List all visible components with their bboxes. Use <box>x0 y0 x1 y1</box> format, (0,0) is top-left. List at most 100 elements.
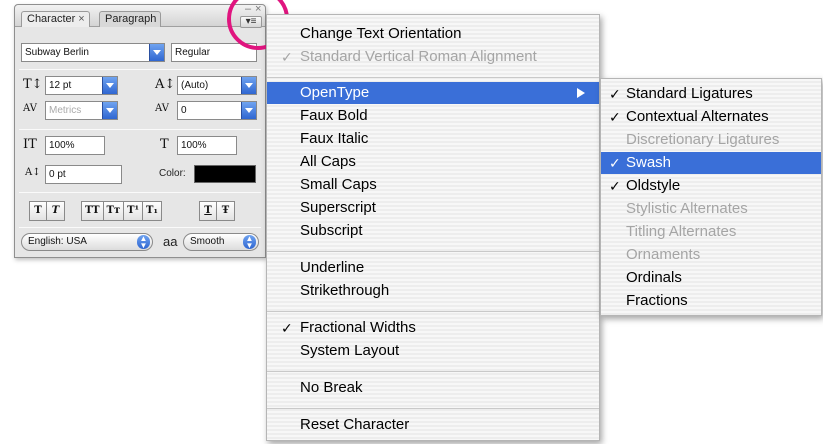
leading-field[interactable]: (Auto) <box>177 76 257 95</box>
language-select[interactable]: English: USA ▲ ▼ <box>21 233 153 251</box>
menu-item-underline[interactable]: Underline <box>267 257 599 279</box>
menu-item-label: No Break <box>300 379 363 396</box>
menu-separator <box>267 77 599 78</box>
font-size-value: 12 pt <box>49 80 72 91</box>
menu-item-label: OpenType <box>300 84 370 101</box>
menu-item-subscript[interactable]: Subscript <box>267 220 599 242</box>
checkmark-icon: ✓ <box>609 109 621 125</box>
tab-paragraph[interactable]: Paragraph <box>99 11 162 27</box>
tracking-value: 0 <box>181 105 187 116</box>
opentype-submenu: ✓ Standard Ligatures ✓ Contextual Altern… <box>600 78 822 316</box>
submenu-item-label: Titling Alternates <box>626 223 737 240</box>
superscript-button[interactable]: T¹ <box>124 201 143 221</box>
kerning-value: Metrics <box>49 105 82 116</box>
chevron-down-icon[interactable] <box>149 44 164 61</box>
menu-item-label: Strikethrough <box>300 282 390 299</box>
menu-item-faux-bold[interactable]: Faux Bold <box>267 105 599 127</box>
menu-item-label: Subscript <box>300 222 363 239</box>
menu-item-system-layout[interactable]: System Layout <box>267 340 599 362</box>
menu-item-opentype[interactable]: OpenType <box>267 82 599 104</box>
baseline-shift-field[interactable]: 0 pt <box>45 165 122 184</box>
divider <box>19 227 261 228</box>
menu-item-all-caps[interactable]: All Caps <box>267 151 599 173</box>
menu-item-label: All Caps <box>300 153 356 170</box>
menu-item-label: Change Text Orientation <box>300 25 462 42</box>
style-button-group-basic: T T <box>29 201 65 221</box>
underline-button[interactable]: T <box>199 201 217 221</box>
style-button-group-lines: T Ŧ <box>199 201 235 221</box>
tab-character[interactable]: Character × <box>21 11 90 27</box>
faux-italic-button[interactable]: T <box>47 201 65 221</box>
menu-item-label: Small Caps <box>300 176 377 193</box>
menu-separator <box>267 371 599 372</box>
submenu-item-label: Standard Ligatures <box>626 85 753 102</box>
updown-arrows-icon: ▲ ▼ <box>137 235 150 250</box>
submenu-item-standard-ligatures[interactable]: ✓ Standard Ligatures <box>601 83 821 105</box>
tracking-icon: AV <box>155 103 169 114</box>
menu-item-label: System Layout <box>300 342 400 359</box>
menu-item-label: Underline <box>300 259 365 276</box>
submenu-item-label: Contextual Alternates <box>626 108 769 125</box>
vertical-scale-value: 100% <box>49 140 75 151</box>
tracking-field[interactable]: 0 <box>177 101 257 120</box>
horizontal-scale-value: 100% <box>181 140 207 151</box>
strikethrough-button[interactable]: Ŧ <box>217 201 235 221</box>
vertical-scale-icon: IT <box>23 137 37 152</box>
submenu-item-label: Fractions <box>626 292 688 309</box>
character-panel-menu: Change Text Orientation ✓ Standard Verti… <box>266 14 600 441</box>
menu-item-label: Faux Italic <box>300 130 369 147</box>
menu-separator <box>267 311 599 312</box>
all-caps-button[interactable]: TT <box>81 201 104 221</box>
submenu-item-contextual-alternates[interactable]: ✓ Contextual Alternates <box>601 106 821 128</box>
divider <box>19 129 261 130</box>
submenu-item-discretionary-ligatures: Discretionary Ligatures <box>601 129 821 151</box>
menu-item-no-break[interactable]: No Break <box>267 377 599 399</box>
submenu-item-label: Stylistic Alternates <box>626 200 748 217</box>
submenu-item-titling-alternates: Titling Alternates <box>601 221 821 243</box>
submenu-item-label: Oldstyle <box>626 177 681 194</box>
subscript-button[interactable]: T₁ <box>143 201 162 221</box>
language-value: English: USA <box>28 236 87 247</box>
submenu-item-label: Ordinals <box>626 269 682 286</box>
menu-item-fractional-widths[interactable]: ✓ Fractional Widths <box>267 317 599 339</box>
small-caps-button[interactable]: Tт <box>103 201 125 221</box>
menu-separator <box>267 408 599 409</box>
menu-item-reset-character[interactable]: Reset Character <box>267 414 599 436</box>
chevron-down-icon[interactable] <box>102 77 117 94</box>
menu-item-label: Standard Vertical Roman Alignment <box>300 48 537 65</box>
chevron-down-icon[interactable] <box>102 102 117 119</box>
menu-item-small-caps[interactable]: Small Caps <box>267 174 599 196</box>
antialias-select[interactable]: Smooth ▲ ▼ <box>183 233 259 251</box>
font-size-field[interactable]: 12 pt <box>45 76 118 95</box>
baseline-shift-icon: A↕ <box>25 167 41 178</box>
menu-item-change-text-orientation[interactable]: Change Text Orientation <box>267 23 599 45</box>
horizontal-scale-field[interactable]: 100% <box>177 136 237 155</box>
submenu-item-fractions[interactable]: Fractions <box>601 290 821 312</box>
font-family-field[interactable]: Subway Berlin <box>21 43 165 62</box>
submenu-item-swash[interactable]: ✓ Swash <box>601 152 821 174</box>
leading-icon: A↕ <box>155 77 176 92</box>
divider <box>19 192 261 193</box>
faux-bold-button[interactable]: T <box>29 201 47 221</box>
tab-close-icon[interactable]: × <box>78 13 84 25</box>
vertical-scale-field[interactable]: 100% <box>45 136 105 155</box>
submenu-item-ordinals[interactable]: Ordinals <box>601 267 821 289</box>
menu-item-faux-italic[interactable]: Faux Italic <box>267 128 599 150</box>
checkmark-icon: ✓ <box>281 49 293 65</box>
font-family-value: Subway Berlin <box>25 47 89 58</box>
horizontal-scale-icon: T <box>160 137 169 152</box>
chevron-down-icon[interactable] <box>241 77 256 94</box>
divider <box>19 69 261 70</box>
submenu-item-stylistic-alternates: Stylistic Alternates <box>601 198 821 220</box>
submenu-item-label: Ornaments <box>626 246 701 263</box>
baseline-shift-value: 0 pt <box>49 169 66 180</box>
submenu-item-oldstyle[interactable]: ✓ Oldstyle <box>601 175 821 197</box>
font-size-icon: T↕ <box>23 77 43 92</box>
kerning-field[interactable]: Metrics <box>45 101 118 120</box>
leading-value: (Auto) <box>181 80 209 91</box>
menu-item-strikethrough[interactable]: Strikethrough <box>267 280 599 302</box>
chevron-down-icon[interactable] <box>241 102 256 119</box>
color-swatch[interactable] <box>194 165 256 183</box>
menu-item-label: Fractional Widths <box>300 319 416 336</box>
menu-item-superscript[interactable]: Superscript <box>267 197 599 219</box>
